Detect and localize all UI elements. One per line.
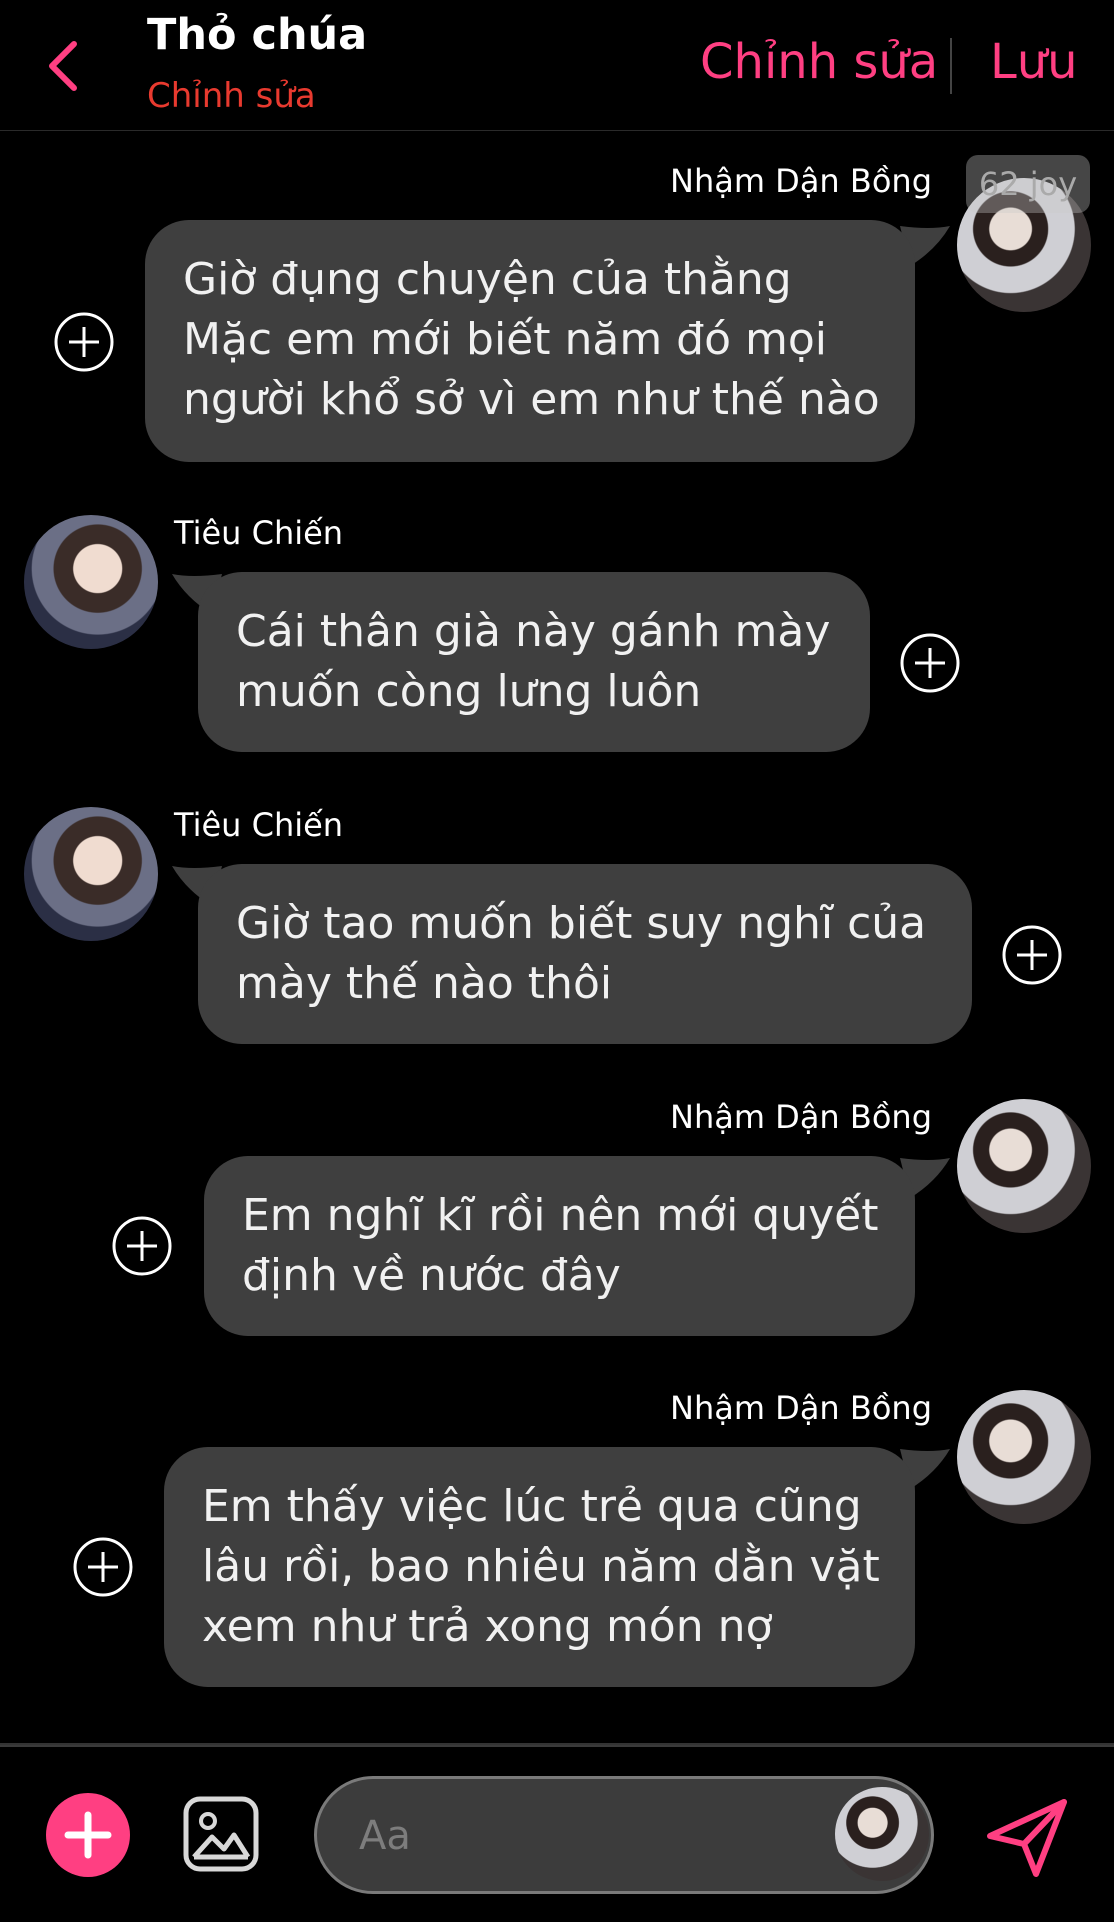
message-input-container[interactable]	[314, 1776, 934, 1894]
message-bubble[interactable]: Em nghĩ kĩ rồi nên mới quyết định về nướ…	[204, 1156, 915, 1336]
plus-circle-icon[interactable]	[53, 311, 115, 373]
message-bubble[interactable]: Cái thân già này gánh mày muốn còng lưng…	[198, 572, 870, 752]
sender-name: Tiêu Chiến	[174, 514, 344, 552]
back-chevron-icon[interactable]	[40, 38, 90, 94]
message-text: xem như trả xong món nợ	[202, 1601, 773, 1652]
avatar[interactable]	[835, 1787, 929, 1881]
message-text: định về nước đây	[242, 1250, 621, 1301]
chat-subtitle: Chỉnh sửa	[147, 76, 316, 116]
edit-button[interactable]: Chỉnh sửa	[700, 34, 938, 90]
message-text: mày thế nào thôi	[236, 958, 613, 1009]
message-text: Mặc em mới biết năm đó mọi	[183, 314, 828, 365]
header-divider	[950, 38, 952, 94]
message-input[interactable]	[357, 1803, 781, 1869]
save-button[interactable]: Lưu	[990, 34, 1078, 90]
plus-circle-icon[interactable]	[1001, 924, 1063, 986]
message-text: Giờ đụng chuyện của thằng	[183, 254, 792, 305]
message-bubble[interactable]: Giờ đụng chuyện của thằng Mặc em mới biế…	[145, 220, 915, 462]
message-text: muốn còng lưng luôn	[236, 666, 702, 717]
image-gallery-icon[interactable]	[182, 1795, 260, 1873]
send-icon[interactable]	[982, 1792, 1072, 1882]
avatar[interactable]	[24, 807, 158, 941]
message-text: Giờ tao muốn biết suy nghĩ của	[236, 898, 927, 949]
message-text: lâu rồi, bao nhiêu năm dằn vặt	[202, 1541, 880, 1592]
sender-name: Tiêu Chiến	[174, 806, 344, 844]
sender-name: Nhậm Dận Bồng	[670, 1389, 932, 1427]
watermark-badge: 62 joy	[966, 155, 1090, 213]
message-text: Cái thân già này gánh mày	[236, 606, 831, 657]
chat-header: Thỏ chúa Chỉnh sửa Chỉnh sửa Lưu	[0, 0, 1114, 131]
message-text: Em thấy việc lúc trẻ qua cũng	[202, 1481, 862, 1532]
plus-circle-icon[interactable]	[72, 1536, 134, 1598]
avatar[interactable]	[24, 515, 158, 649]
avatar[interactable]	[957, 1099, 1091, 1233]
add-icon	[64, 1811, 112, 1859]
message-text: người khổ sở vì em như thế nào	[183, 374, 880, 425]
message-text: Em nghĩ kĩ rồi nên mới quyết	[242, 1190, 879, 1241]
plus-circle-icon[interactable]	[111, 1215, 173, 1277]
plus-circle-icon[interactable]	[899, 632, 961, 694]
chat-title[interactable]: Thỏ chúa	[147, 10, 367, 60]
avatar[interactable]	[957, 1390, 1091, 1524]
message-bubble[interactable]: Em thấy việc lúc trẻ qua cũng lâu rồi, b…	[164, 1447, 915, 1687]
sender-name: Nhậm Dận Bồng	[670, 162, 932, 200]
message-bubble[interactable]: Giờ tao muốn biết suy nghĩ của mày thế n…	[198, 864, 972, 1044]
sender-name: Nhậm Dận Bồng	[670, 1098, 932, 1136]
add-button[interactable]	[46, 1793, 130, 1877]
